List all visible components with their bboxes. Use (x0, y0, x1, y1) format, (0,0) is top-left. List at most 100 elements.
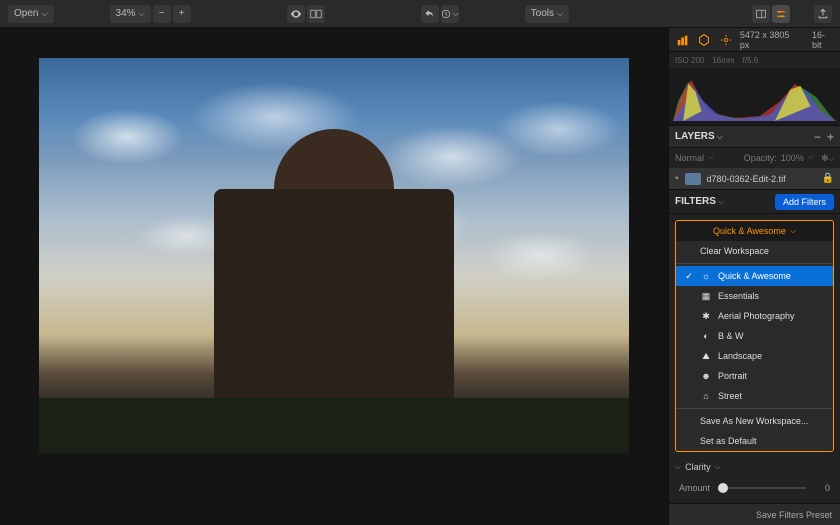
workspace-item-label: Aerial Photography (718, 311, 795, 321)
blend-mode-select[interactable]: Normal (675, 153, 704, 163)
meta-bar: ISO 200 16mm f/5.6 (669, 52, 840, 68)
info-cube-icon[interactable] (697, 32, 713, 48)
zoom-in-button[interactable]: + (173, 5, 191, 23)
open-button[interactable]: Open ⌵ (8, 5, 54, 23)
layers-title: LAYERS (675, 131, 715, 142)
chevron-down-icon: ⌵ (717, 132, 723, 142)
workspace-item-label: B & W (718, 331, 744, 341)
workspace-item-label: Street (718, 391, 742, 401)
workspace-item-label: Landscape (718, 351, 762, 361)
main-area: 5472 x 3805 px 16-bit ISO 200 16mm f/5.6… (0, 28, 840, 525)
canvas-area[interactable] (0, 28, 668, 525)
histogram (669, 68, 840, 126)
workspace-item-aerial[interactable]: ✱ Aerial Photography (676, 306, 833, 326)
zoom-value: 34% (116, 8, 136, 19)
workspace-clear[interactable]: Clear Workspace (676, 241, 833, 261)
export-icon (817, 8, 829, 20)
info-histogram-icon[interactable] (675, 32, 691, 48)
chevron-down-icon: ⌵ (790, 226, 796, 236)
add-filters-button[interactable]: Add Filters (775, 194, 834, 210)
workspace-item-quick-awesome[interactable]: ✓ ☼ Quick & Awesome (676, 266, 833, 286)
person-icon: ☻ (700, 371, 712, 381)
workspace-item-label: Portrait (718, 371, 747, 381)
mountain-icon: ⛰ (700, 351, 712, 362)
layers-collapse-icon[interactable]: − (814, 131, 821, 143)
layer-controls: Normal⌵ Opacity: 100%⌵ ✻⌵ (669, 148, 840, 168)
tools-label: Tools (531, 8, 554, 19)
layout-icon (755, 8, 767, 20)
filter-clarity-label: Clarity (685, 462, 711, 472)
circle-half-icon: ◐ (700, 331, 712, 341)
focal-value: 16mm (712, 56, 734, 65)
info-bar: 5472 x 3805 px 16-bit (669, 28, 840, 52)
workspace-current[interactable]: Quick & Awesome ⌵ (676, 221, 833, 241)
chevron-down-icon: ⌵ (675, 462, 681, 472)
histogram-svg (673, 72, 836, 121)
eye-icon (290, 8, 302, 20)
preview-toggle-button[interactable] (287, 5, 305, 23)
history-button[interactable]: ⌵ (441, 5, 459, 23)
tools-button[interactable]: Tools ⌵ (525, 5, 569, 23)
open-label: Open (14, 8, 38, 19)
workspace-dropdown: Quick & Awesome ⌵ Clear Workspace ✓ ☼ Qu… (675, 220, 834, 452)
workspace-item-bw[interactable]: ◐ B & W (676, 326, 833, 346)
lock-icon[interactable]: 🔒 (822, 173, 834, 184)
amount-slider[interactable] (718, 487, 806, 489)
canvas-image (39, 58, 629, 453)
layer-visibility-icon[interactable]: ▪ (675, 173, 679, 184)
zoom-value-button[interactable]: 34% ⌵ (110, 5, 151, 23)
workspace-item-street[interactable]: ⌂ Street (676, 386, 833, 406)
aperture-value: f/5.6 (743, 56, 759, 65)
save-filters-preset-button[interactable]: Save Filters Preset (756, 510, 832, 520)
zoom-out-button[interactable]: − (153, 5, 171, 23)
layer-gear-icon[interactable]: ✻⌵ (821, 153, 834, 164)
check-icon: ✓ (684, 271, 694, 282)
export-button[interactable] (814, 5, 832, 23)
drone-icon: ✱ (700, 311, 712, 322)
compare-button[interactable] (307, 5, 325, 23)
workspace-item-label: Quick & Awesome (718, 271, 791, 281)
workspace-set-default[interactable]: Set as Default (676, 431, 833, 451)
compare-icon (310, 8, 322, 20)
slider-thumb[interactable] (718, 483, 728, 493)
workspace-save-as-label: Save As New Workspace... (700, 416, 808, 426)
sidebar-bottom-bar: Save Filters Preset (669, 503, 840, 525)
undo-button[interactable] (421, 5, 439, 23)
opacity-label: Opacity: (744, 153, 777, 163)
right-sidebar: 5472 x 3805 px 16-bit ISO 200 16mm f/5.6… (668, 28, 840, 525)
layer-row[interactable]: ▪ d780-0362-Edit-2.tif 🔒 (669, 168, 840, 190)
top-toolbar: Open ⌵ 34% ⌵ − + ⌵ Tools ⌵ (0, 0, 840, 28)
workspace-item-landscape[interactable]: ⛰ Landscape (676, 346, 833, 366)
grid-icon: ▦ (700, 291, 712, 302)
opacity-value[interactable]: 100% (781, 153, 804, 163)
sun-icon: ☼ (700, 271, 712, 281)
layers-panel-header[interactable]: LAYERS ⌵ − + (669, 126, 840, 148)
clarity-amount-row: Amount 0 (669, 476, 840, 500)
workspace-clear-label: Clear Workspace (700, 246, 769, 256)
history-icon (441, 8, 451, 20)
info-settings-icon[interactable] (718, 32, 734, 48)
iso-value: ISO 200 (675, 56, 704, 65)
amount-label: Amount (679, 483, 710, 493)
bit-depth: 16-bit (812, 30, 834, 50)
workspace-item-essentials[interactable]: ▦ Essentials (676, 286, 833, 306)
undo-icon (424, 8, 436, 20)
image-dimensions: 5472 x 3805 px (740, 30, 800, 50)
add-layer-icon[interactable]: + (827, 131, 834, 143)
workspace-save-as[interactable]: Save As New Workspace... (676, 411, 833, 431)
chevron-down-icon[interactable]: ⌵ (718, 197, 724, 207)
layer-name: d780-0362-Edit-2.tif (707, 174, 786, 184)
workspace-current-label: Quick & Awesome (713, 226, 786, 236)
filter-clarity[interactable]: ⌵ Clarity⌵ (669, 458, 840, 476)
filters-panel-header: FILTERS ⌵ Add Filters (669, 190, 840, 214)
filters-title: FILTERS (675, 196, 716, 207)
workspace-set-default-label: Set as Default (700, 436, 757, 446)
panel-layout-button[interactable] (752, 5, 770, 23)
building-icon: ⌂ (700, 391, 712, 401)
workspace-item-portrait[interactable]: ☻ Portrait (676, 366, 833, 386)
layer-thumbnail (685, 173, 701, 185)
sliders-panel-button[interactable] (772, 5, 790, 23)
workspace-menu: Clear Workspace ✓ ☼ Quick & Awesome ▦ Es… (676, 241, 833, 451)
sliders-icon (775, 8, 787, 20)
workspace-item-label: Essentials (718, 291, 759, 301)
